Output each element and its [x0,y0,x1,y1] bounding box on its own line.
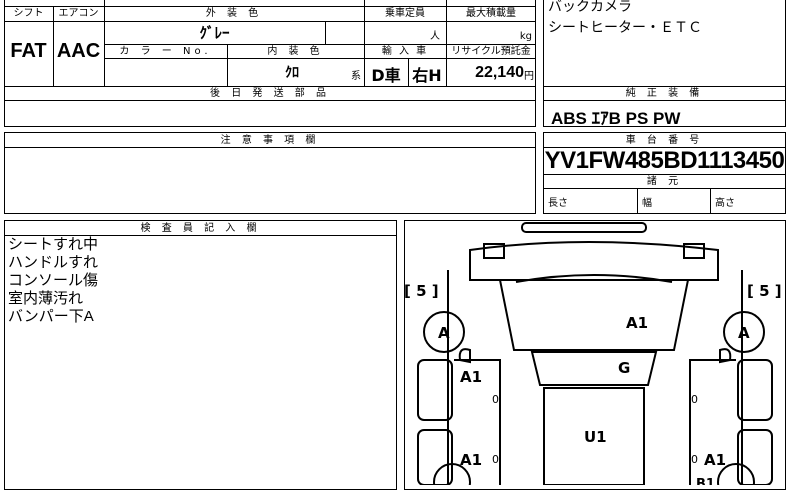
left-front-door-shape [417,359,453,421]
standard-equipment-label: 純 正 装 備 [625,88,704,99]
mark-hood: A1 [626,314,648,332]
height-label: 高さ [715,198,735,209]
exterior-color-value: ｸﾞﾚｰ [199,24,230,42]
color-no-label: カ ラ ー No. [119,46,212,57]
interior-color-label: 内 装 色 [267,46,324,57]
mark-right-rear-door: A1 [704,451,726,469]
capacity-label: 乗車定員 [385,8,425,19]
right-front-door-shape [737,359,773,421]
standard-equipment-value: ABS ｴｱB PS PW [551,109,681,128]
inspector-line-2: ハンドルすれ [8,254,99,271]
mark-right-rear-wheel: B1 [696,477,715,485]
zero-left-front: 0 [492,393,499,406]
mark-roof: U1 [584,428,607,446]
recycle-label: リサイクル預託金 [451,46,531,57]
windshield-shape [530,351,658,386]
tread-left-text: [ 5 ] [404,282,439,300]
later-parts-label: 後 日 発 送 部 品 [210,88,330,99]
inspector-line-5: バンパー下A [8,308,94,325]
import-dealer: D車 [371,66,401,85]
front-bumper-shape [521,222,647,233]
shift-label: シフト [13,8,44,19]
interior-color-value: ｸﾛ [285,65,299,81]
aircon-value: AAC [56,40,101,62]
recycle-unit: 円 [524,71,534,82]
exterior-color-label: 外 装 色 [205,8,263,19]
recycle-value: 22,140 [475,64,524,81]
right-rear-door-shape [737,429,773,485]
interior-color-suffix: 系 [351,71,361,82]
steering: 右H [412,66,442,85]
zero-right-rear: 0 [691,453,698,466]
capacity-unit: 人 [430,31,440,42]
zero-right-front: 0 [691,393,698,406]
spec-label: 諸 元 [646,176,683,187]
inspector-line-3: コンソール傷 [8,272,99,289]
mark-front-left: A [438,324,450,342]
inspector-line-1: シートすれ中 [8,236,99,253]
mark-left-rear-door: A1 [460,451,482,469]
mark-front-right: A [738,324,750,342]
tread-right-text: [ 5 ] [747,282,782,300]
equipment-note-1: バックカメラ [548,0,632,15]
aircon-label: エアコン [58,8,99,19]
mark-left-front-door: A1 [460,368,482,386]
inspector-line-4: 室内薄汚れ [8,290,84,307]
mark-windshield: G [618,359,630,377]
hood-shape [498,279,690,351]
length-label: 長さ [548,198,568,209]
load-unit: kg [519,31,532,42]
zero-left-rear: 0 [492,453,499,466]
import-label: 輸 入 車 [381,46,429,57]
inspector-label: 検 査 員 記 入 欄 [140,223,261,234]
chassis-number: YV1FW485BD1113450 [544,147,785,174]
notes-label: 注 意 事 項 欄 [220,135,320,146]
car-diagram: [ 5 ] [ 5 ] A A A1 G U1 A1 A1 A1 B1 0 0 … [404,222,782,485]
equipment-note-2: シートヒーター・ＥＴＣ [548,20,702,36]
shift-value: FAT [10,40,47,62]
max-load-label: 最大積載量 [466,8,516,19]
chassis-label: 車 台 番 号 [625,135,704,146]
width-label: 幅 [642,198,652,209]
